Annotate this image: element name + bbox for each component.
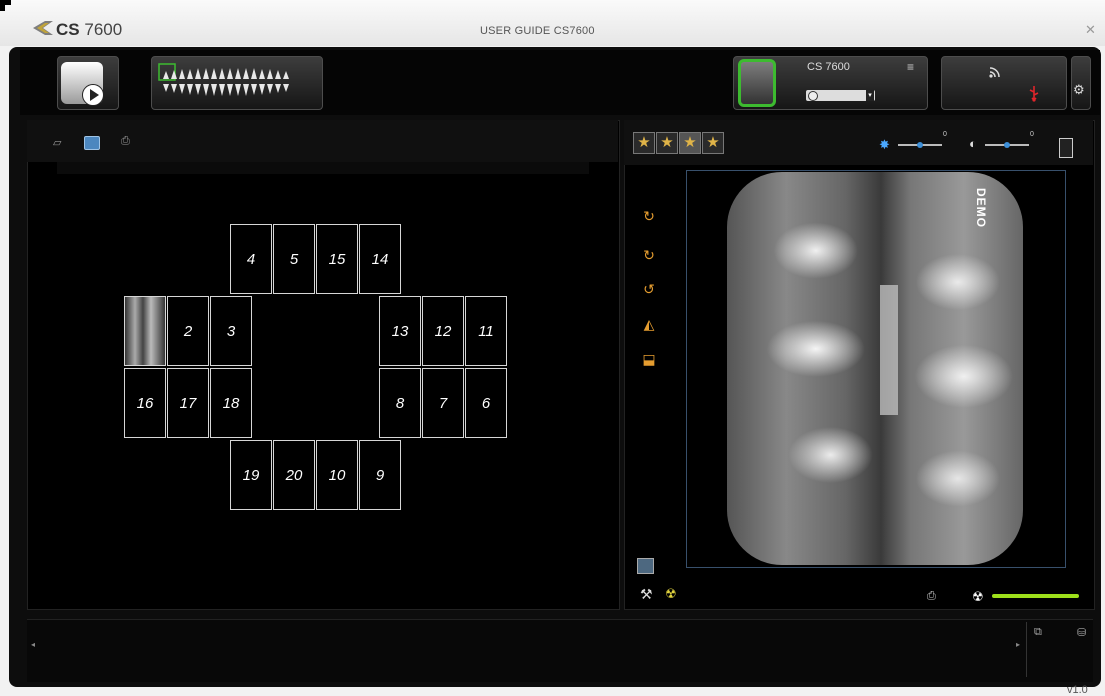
grid-panel-header bbox=[27, 120, 618, 162]
export-icon[interactable] bbox=[1059, 138, 1073, 158]
app-model: 7600 bbox=[84, 20, 123, 39]
flip-vertical-icon[interactable]: ⬓ bbox=[638, 351, 660, 371]
tooth-slot[interactable]: 13 bbox=[379, 296, 421, 366]
chevron-down-icon[interactable]: ▾ bbox=[866, 90, 874, 101]
tooth-slot-number: 10 bbox=[328, 467, 346, 484]
tooth-slot[interactable]: 18 bbox=[210, 368, 252, 438]
tooth-slot[interactable]: 8 bbox=[379, 368, 421, 438]
tooth-slot-number: 19 bbox=[242, 467, 260, 484]
play-icon bbox=[82, 84, 104, 106]
tooth-slot-number: 2 bbox=[183, 323, 193, 340]
tooth-slot-number: 13 bbox=[391, 323, 409, 340]
close-icon[interactable]: ✕ bbox=[1085, 22, 1096, 38]
tooth-slot-number: 18 bbox=[222, 395, 240, 412]
tooth-slot-number: 7 bbox=[438, 395, 448, 412]
contrast-value: 0 bbox=[1030, 131, 1034, 138]
xray-image[interactable] bbox=[727, 172, 1023, 565]
window-title: USER GUIDE CS7600 bbox=[480, 25, 595, 37]
tooth-slot-number: 17 bbox=[179, 395, 197, 412]
single-image-icon[interactable]: ▱ bbox=[53, 136, 61, 149]
tooth-slot[interactable]: 14 bbox=[359, 224, 401, 294]
tooth-slot-number: 15 bbox=[328, 251, 346, 268]
rating-star-icon[interactable]: ★ bbox=[679, 132, 701, 154]
tooth-slot-number: 12 bbox=[434, 323, 452, 340]
tooth-icon[interactable]: ⚒ bbox=[640, 586, 653, 603]
tooth-slot[interactable]: 19 bbox=[230, 440, 272, 510]
snapshot-icon[interactable]: ⎙ bbox=[927, 590, 936, 603]
tooth-slot[interactable]: 4 bbox=[230, 224, 272, 294]
contrast-slider-knob[interactable] bbox=[1004, 142, 1010, 148]
tooth-slot[interactable]: 11 bbox=[465, 296, 507, 366]
device-menu-icon[interactable]: ≡ bbox=[907, 60, 914, 74]
rotate-180-icon[interactable]: ↻ bbox=[638, 247, 660, 267]
wifi-icon bbox=[989, 67, 1000, 78]
tooth-slot-number: 9 bbox=[375, 467, 385, 484]
tooth-slot[interactable]: 3 bbox=[210, 296, 252, 366]
tooth-slot[interactable]: 16 bbox=[124, 368, 166, 438]
tooth-slot[interactable]: 6 bbox=[465, 368, 507, 438]
strip-divider bbox=[1026, 622, 1027, 677]
tree-view-icon[interactable]: ⧉ bbox=[1034, 626, 1042, 639]
demo-watermark: DEMO bbox=[974, 188, 988, 228]
tooth-slot-thumbnail[interactable] bbox=[124, 296, 166, 366]
scroll-left-icon[interactable]: ◂ bbox=[31, 640, 35, 649]
brightness-value: 0 bbox=[943, 131, 947, 138]
device-name: CS 7600 bbox=[807, 61, 850, 73]
rotate-90-icon[interactable]: ↻ bbox=[638, 208, 660, 228]
device-mode-indicator bbox=[808, 91, 818, 101]
tooth-slot[interactable]: 5 bbox=[273, 224, 315, 294]
tooth-slot-number: 14 bbox=[371, 251, 389, 268]
tooth-slot[interactable]: 12 bbox=[422, 296, 464, 366]
database-icon[interactable]: ⛁ bbox=[1077, 626, 1086, 639]
app-brand: CS bbox=[56, 20, 80, 39]
tooth-slot[interactable]: 20 bbox=[273, 440, 315, 510]
tooth-slot-number: 8 bbox=[395, 395, 405, 412]
cs-logo-icon bbox=[33, 21, 53, 35]
scanner-device-icon bbox=[738, 59, 776, 107]
dose-level-bar bbox=[992, 594, 1079, 598]
title-bar bbox=[0, 0, 1105, 46]
fit-to-window-icon[interactable] bbox=[637, 558, 654, 574]
tooth-slot[interactable]: 10 bbox=[316, 440, 358, 510]
tooth-slot[interactable]: 9 bbox=[359, 440, 401, 510]
rotate-270-icon[interactable]: ↺ bbox=[638, 281, 660, 301]
grid-view-icon[interactable] bbox=[84, 136, 100, 150]
connection-button[interactable] bbox=[941, 56, 1067, 110]
scroll-right-icon[interactable]: ▸ bbox=[1016, 640, 1020, 649]
flip-horizontal-icon[interactable]: ◭ bbox=[638, 316, 660, 336]
rating-star-icon[interactable]: ★ bbox=[633, 132, 655, 154]
tooth-slot-number: 20 bbox=[285, 467, 303, 484]
tooth-slot-number: 16 bbox=[136, 395, 154, 412]
tooth-slot-number: 11 bbox=[478, 323, 494, 340]
app-name: CS 7600 bbox=[56, 20, 122, 40]
tooth-slot[interactable]: 2 bbox=[167, 296, 209, 366]
radiation-icon[interactable]: ☢ bbox=[665, 586, 677, 602]
tooth-slot-number: 3 bbox=[226, 323, 236, 340]
rating-star-icon[interactable]: ★ bbox=[702, 132, 724, 154]
rating-star-icon[interactable]: ★ bbox=[656, 132, 678, 154]
usb-icon bbox=[1029, 86, 1039, 102]
gear-icon: ⚙ bbox=[1073, 82, 1085, 97]
tooth-slot-number: 6 bbox=[481, 395, 491, 412]
tooth-slot[interactable]: 15 bbox=[316, 224, 358, 294]
version-label: v1.0 bbox=[1067, 684, 1088, 696]
image-grid-panel bbox=[27, 120, 620, 610]
tooth-slot[interactable]: 7 bbox=[422, 368, 464, 438]
xray-sensor-strip bbox=[880, 285, 898, 415]
thumbnail-strip bbox=[27, 619, 1093, 682]
tooth-slot[interactable]: 17 bbox=[167, 368, 209, 438]
brightness-slider-knob[interactable] bbox=[917, 142, 923, 148]
dental-chart-teeth-icon bbox=[158, 63, 289, 96]
grid-panel-inner bbox=[57, 162, 589, 174]
contrast-icon: ◐ bbox=[969, 136, 977, 151]
tooth-slot-number: 4 bbox=[246, 251, 256, 268]
window-corner-mark bbox=[0, 0, 11, 11]
radiation-dose-icon: ☢ bbox=[972, 589, 984, 604]
tooth-slot-number: 5 bbox=[289, 251, 299, 268]
capture-icon[interactable]: ⎙ bbox=[121, 135, 130, 148]
brightness-icon: ✸ bbox=[879, 137, 890, 152]
